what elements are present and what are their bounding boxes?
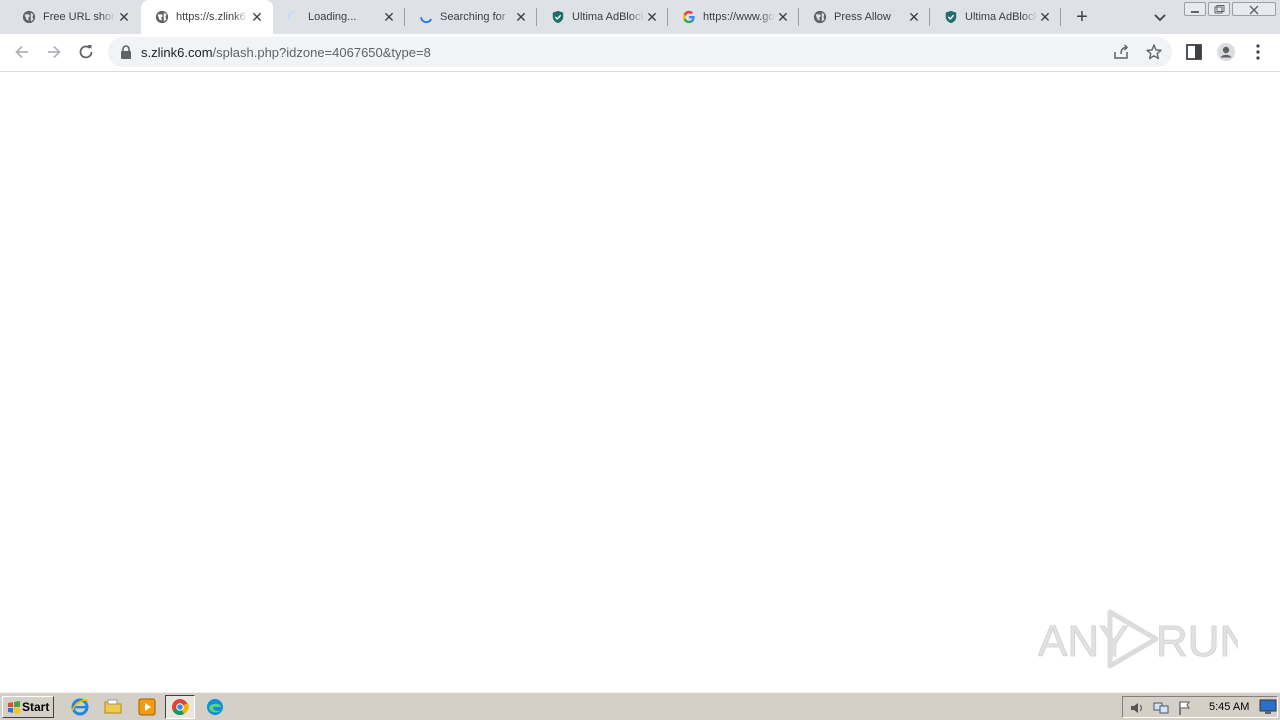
start-label: Start (22, 700, 50, 714)
tab-close-icon[interactable]: ✕ (513, 9, 529, 25)
side-panel-icon[interactable] (1184, 42, 1204, 62)
browser-toolbar: s.zlink6.com/splash.php?idzone=4067650&t… (0, 34, 1280, 72)
back-arrow-icon[interactable] (12, 42, 32, 62)
internet-explorer-icon[interactable] (70, 697, 90, 717)
speaker-icon[interactable] (1129, 700, 1145, 716)
tab-3[interactable]: Searching for ✕ (405, 0, 537, 34)
tab-title: Loading... (308, 11, 357, 23)
tab-close-icon[interactable]: ✕ (644, 9, 660, 25)
tab-close-icon[interactable]: ✕ (381, 9, 397, 25)
forward-arrow-icon[interactable] (44, 42, 64, 62)
tab-6[interactable]: Press Allow ✕ (799, 0, 930, 34)
restore-icon (1214, 5, 1225, 14)
address-bar[interactable]: s.zlink6.com/splash.php?idzone=4067650&t… (108, 37, 1172, 67)
start-button[interactable]: Start (2, 696, 54, 718)
media-player-icon[interactable] (137, 697, 157, 717)
watermark-text-right: RUN (1156, 617, 1238, 666)
tab-title: Ultima AdBlock (572, 11, 644, 23)
bookmark-star-icon[interactable] (1145, 43, 1163, 61)
profile-avatar-icon[interactable] (1216, 42, 1236, 62)
tab-close-icon[interactable]: ✕ (116, 9, 132, 25)
show-desktop-icon[interactable] (1259, 699, 1277, 715)
anyrun-watermark: ANY RUN (1038, 609, 1238, 669)
loading-spinner-icon (420, 17, 432, 23)
loading-spinner-icon (287, 10, 295, 21)
globe-icon (813, 10, 827, 24)
tab-close-icon[interactable]: ✕ (1037, 9, 1053, 25)
folder-icon[interactable] (103, 697, 123, 717)
tab-title: Ultima AdBlock (965, 11, 1037, 23)
tab-4[interactable]: Ultima AdBlock ✕ (537, 0, 668, 34)
tab-title: Free URL shortener (43, 11, 115, 23)
taskbar-clock: 5:45 AM (1209, 701, 1250, 713)
tab-5[interactable]: https://www.google.com ✕ (668, 0, 799, 34)
shield-icon (552, 10, 564, 24)
tab-title: https://www.google.com (703, 11, 775, 23)
url-path: /splash.php?idzone=4067650&type=8 (212, 45, 431, 60)
lock-icon[interactable] (120, 45, 132, 59)
taskbar-chrome-button[interactable] (165, 695, 195, 719)
google-icon (682, 10, 695, 24)
close-window-button[interactable] (1232, 2, 1276, 16)
tab-title: https://s.zlink6.com (176, 11, 248, 23)
network-icon[interactable] (1153, 700, 1169, 716)
new-tab-button[interactable]: + (1072, 7, 1092, 27)
action-center-flag-icon[interactable] (1177, 700, 1193, 716)
page-content (0, 72, 1280, 692)
address-url: s.zlink6.com/splash.php?idzone=4067650&t… (141, 45, 431, 60)
tab-search-chevron-icon[interactable] (1151, 8, 1169, 26)
restore-button[interactable] (1208, 2, 1230, 16)
tab-7[interactable]: Ultima AdBlock ✕ (930, 0, 1061, 34)
tab-close-icon[interactable]: ✕ (249, 9, 265, 25)
close-icon (1249, 5, 1259, 15)
tab-separator (1060, 8, 1061, 26)
tab-strip: Free URL shortener ✕ https://s.zlink6.co… (0, 0, 1280, 34)
shield-icon (945, 10, 957, 24)
url-domain: s.zlink6.com (141, 45, 213, 60)
windows-flag-icon (8, 701, 20, 714)
tab-title: Searching for (440, 11, 506, 23)
tab-0[interactable]: Free URL shortener ✕ (8, 0, 140, 34)
menu-kebab-icon[interactable] (1248, 42, 1268, 62)
reload-icon[interactable] (76, 42, 96, 62)
tab-1[interactable]: https://s.zlink6.com ✕ (141, 0, 273, 34)
tab-2[interactable]: Loading... ✕ (273, 0, 405, 34)
taskbar: Start 5:45 AM (0, 692, 1280, 720)
tab-title: Press Allow (834, 11, 891, 23)
globe-icon (22, 10, 36, 24)
share-icon[interactable] (1112, 43, 1130, 61)
chrome-icon (172, 699, 189, 715)
tab-close-icon[interactable]: ✕ (906, 9, 922, 25)
edge-icon[interactable] (205, 697, 225, 717)
minimize-icon (1191, 11, 1199, 13)
tab-close-icon[interactable]: ✕ (775, 9, 791, 25)
minimize-button[interactable] (1184, 2, 1206, 16)
system-tray: 5:45 AM (1122, 696, 1278, 718)
globe-icon (155, 10, 169, 24)
watermark-text-left: ANY (1038, 617, 1128, 666)
